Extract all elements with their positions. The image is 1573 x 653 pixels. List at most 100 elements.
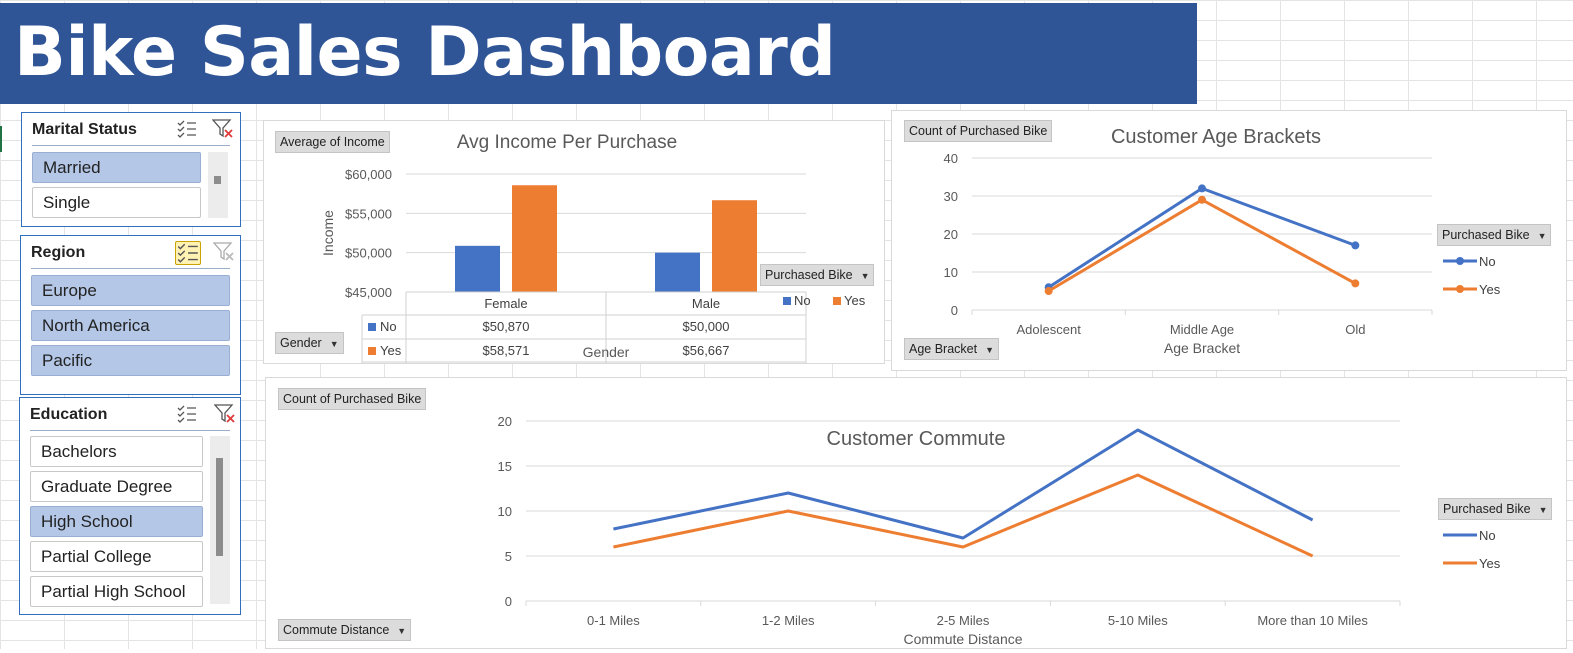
slicer-item-europe[interactable]: Europe [31,275,230,306]
slicer-item-bachelors[interactable]: Bachelors [30,436,203,467]
legend-key-yes [833,297,841,305]
y-tick-label: 0 [505,594,512,609]
slicer-item-north-america[interactable]: North America [31,310,230,341]
slicer-header: Marital Status [32,113,233,146]
y-axis-title: Income [320,210,336,256]
bar-yes-male [712,200,757,292]
clear-filter-icon[interactable] [212,240,235,262]
x-tick-label: 2-5 Miles [937,613,990,628]
clear-filter-icon[interactable] [213,402,236,424]
slicer-scrollbar[interactable] [208,152,228,218]
legend-label-no: No [1479,254,1496,269]
chart-title: Customer Commute [827,428,1006,450]
y-tick-label: 20 [944,227,958,242]
slicer-header: Region [31,236,234,269]
table-legend-key [368,323,376,331]
y-tick-label: 0 [951,303,958,318]
slicer-title: Education [30,406,108,423]
x-tick-label: 0-1 Miles [587,613,640,628]
chart-title: Avg Income Per Purchase [457,132,677,153]
field-button-purchased-bike[interactable]: Purchased Bike [1437,224,1552,246]
field-button-gender[interactable]: Gender [275,332,344,354]
series-line-yes [613,473,1314,558]
table-cell: $50,870 [483,319,530,334]
x-tick-label: Adolescent [1017,322,1082,337]
x-tick-label: Old [1345,322,1365,337]
slicer-item-single[interactable]: Single [32,187,201,218]
table-row-label: No [380,319,397,334]
scrollbar-thumb[interactable] [216,458,223,556]
table-header-male: Male [692,296,720,311]
legend-label-yes: Yes [1479,282,1501,297]
legend-key-no [783,297,791,305]
clear-filter-icon[interactable] [211,117,234,139]
legend-marker-yes [1456,285,1464,293]
y-tick-label: $55,000 [345,206,392,221]
table-header-female: Female [484,296,527,311]
y-tick-label: $60,000 [345,167,392,182]
slicer-title: Region [31,244,86,261]
data-point-yes [1044,287,1053,295]
legend-marker-no [1456,257,1464,265]
y-tick-label: 20 [498,414,512,429]
slicer-marital-status: Marital Status Married Single [21,112,241,227]
bar-no-female [455,245,500,292]
scrollbar-thumb[interactable] [214,176,221,184]
multi-select-icon[interactable] [176,119,198,139]
chart-avg-income[interactable]: Avg Income Per Purchase $45,000 $50,000 $55… [263,120,885,364]
data-point-no [1198,184,1206,193]
bar-no-male [655,252,700,292]
x-tick-label: 1-2 Miles [762,613,815,628]
y-tick-label: 5 [505,549,512,564]
table-cell: $56,667 [683,343,730,358]
field-button-average-of-income[interactable]: Average of Income [275,131,390,153]
table-cell: $50,000 [683,319,730,334]
bar-yes-female [512,185,557,292]
cell-selection-edge [0,126,2,152]
table-row-label: Yes [380,343,402,358]
y-tick-label: $50,000 [345,246,392,261]
slicer-item-partial-high-school[interactable]: Partial High School [30,576,203,607]
slicer-region: Region Europe North America Pacific [20,235,241,395]
field-button-count-purchased[interactable]: Count of Purchased Bike [278,388,427,410]
field-button-count-purchased[interactable]: Count of Purchased Bike [904,120,1053,142]
slicer-item-partial-college[interactable]: Partial College [30,541,203,572]
chart-age-brackets[interactable]: Customer Age Brackets 0 10 20 30 40 Adolescent… [891,110,1567,371]
slicer-education: Education Bachelors Graduate Degree High… [19,397,241,615]
y-tick-label: $45,000 [345,285,392,300]
data-point-yes [1351,279,1360,288]
income-chart-svg: Avg Income Per Purchase $45,000 $50,000 $55… [320,132,866,363]
multi-select-icon[interactable] [175,241,201,265]
slicer-scrollbar[interactable] [210,436,230,604]
slicer-item-married[interactable]: Married [32,152,201,183]
chart-title: Customer Age Brackets [1111,126,1321,148]
y-tick-label: 30 [944,189,958,204]
slicer-title: Marital Status [32,121,137,138]
legend-label-no: No [794,293,811,308]
slicer-header: Education [30,398,235,431]
x-axis-title: Gender [583,344,630,360]
field-button-purchased-bike[interactable]: Purchased Bike [1438,498,1553,520]
slicer-item-high-school[interactable]: High School [30,506,203,537]
commute-chart-svg: Customer Commute 0 5 10 15 20 0-1 Miles 1-2 Mil… [498,414,1501,647]
legend-label-yes: Yes [1479,556,1501,571]
legend-label-no: No [1479,528,1496,543]
y-tick-label: 10 [498,504,512,519]
series-line-yes [1047,198,1357,293]
table-legend-key [368,347,376,355]
field-button-age-bracket[interactable]: Age Bracket [904,338,1000,360]
x-tick-label: 5-10 Miles [1108,613,1168,628]
slicer-item-pacific[interactable]: Pacific [31,345,230,376]
x-axis-title: Age Bracket [1164,340,1240,356]
y-tick-label: 10 [944,265,958,280]
x-tick-label: Middle Age [1170,322,1234,337]
data-point-yes [1198,195,1206,204]
field-button-commute-distance[interactable]: Commute Distance [278,619,412,641]
multi-select-icon[interactable] [176,404,198,424]
table-cell: $58,571 [483,343,530,358]
y-tick-label: 15 [498,459,512,474]
slicer-item-graduate-degree[interactable]: Graduate Degree [30,471,203,502]
chart-customer-commute[interactable]: Customer Commute 0 5 10 15 20 0-1 Miles 1-2 Mil… [265,377,1567,649]
dashboard-title: Bike Sales Dashboard [14,13,836,92]
field-button-purchased-bike[interactable]: Purchased Bike [760,264,875,286]
